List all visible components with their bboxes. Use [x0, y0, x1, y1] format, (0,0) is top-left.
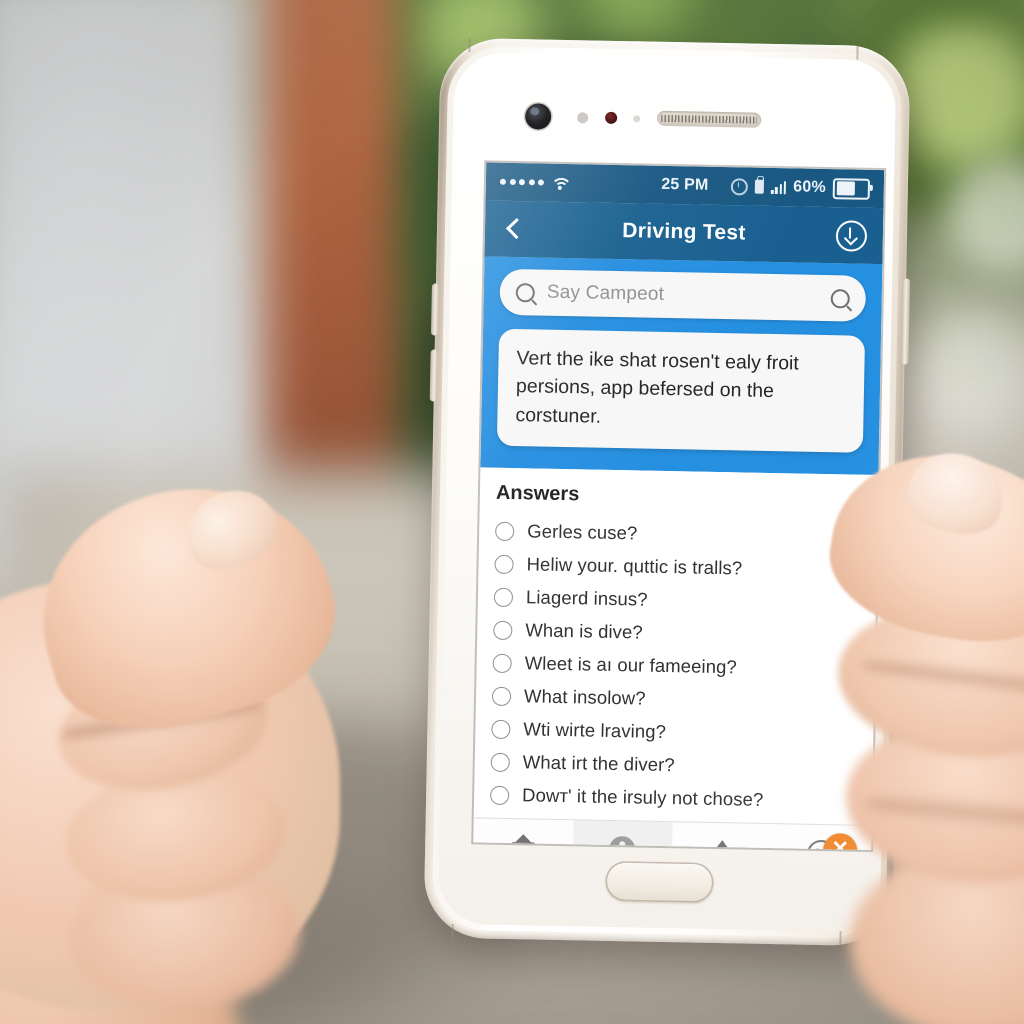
earpiece-speaker-icon [657, 110, 762, 128]
search-input[interactable]: Say Campeot [547, 282, 831, 309]
microphone-icon [633, 115, 641, 123]
lock-rotation-icon [754, 179, 765, 194]
answer-label: Wti wirte lraving? [523, 718, 667, 743]
download-circle-icon[interactable] [835, 219, 868, 252]
volume-down-button[interactable] [429, 349, 438, 402]
frame-seam-top-left [468, 38, 471, 53]
home-button[interactable] [605, 860, 714, 903]
back-chevron-icon[interactable] [501, 216, 527, 242]
person-circle-icon [608, 836, 636, 850]
signal-dots-icon [499, 178, 544, 186]
cellular-signal-icon [770, 180, 787, 194]
search-icon-trailing[interactable] [830, 288, 850, 308]
home-icon [509, 834, 537, 850]
front-camera-icon [524, 103, 552, 130]
tab-autonal[interactable]: TT Autonal [671, 822, 772, 850]
right-hand-foreground [790, 420, 1024, 1024]
answer-label: Dowт' it the irsuly not chose? [521, 784, 764, 811]
battery-fill [836, 181, 855, 196]
search-bar[interactable]: Say Campeot [499, 268, 867, 322]
radio-button[interactable] [491, 686, 512, 706]
up-arrow-icon: TT [708, 838, 736, 850]
battery-icon [832, 177, 871, 200]
radio-button[interactable] [490, 752, 510, 772]
answer-label: Heliw your. quttic is tralls? [526, 553, 743, 579]
ir-sensor-icon [605, 111, 618, 124]
left-hand-foreground [0, 454, 470, 1024]
status-bar-left [499, 175, 573, 199]
answer-label: Whan is dive? [525, 619, 644, 643]
alarm-icon [730, 177, 749, 195]
answer-label: What irt the diver? [522, 751, 675, 776]
status-bar-right: 60% [730, 176, 871, 200]
battery-percent-label: 60% [793, 178, 827, 196]
radio-button[interactable] [494, 554, 514, 574]
radio-button[interactable] [489, 785, 510, 805]
answer-label: Gerles cuse? [527, 520, 638, 544]
search-icon [515, 282, 535, 302]
tab-ses-lands[interactable]: Ses Lands [473, 818, 573, 850]
radio-button[interactable] [495, 521, 515, 541]
radio-button[interactable] [493, 587, 514, 607]
radio-button[interactable] [491, 719, 511, 739]
navigation-bar: Driving Test [484, 200, 884, 265]
wifi-icon [550, 176, 573, 199]
answer-label: What insolow? [523, 685, 646, 709]
sensor-row [453, 96, 896, 144]
answer-label: Wleet is aı our fameeing? [524, 652, 738, 678]
page-title: Driving Test [622, 219, 746, 245]
proximity-sensor-icon [577, 112, 589, 124]
tab-giptalble[interactable]: Giptalble [571, 820, 673, 850]
radio-button[interactable] [492, 653, 512, 673]
radio-button[interactable] [493, 620, 513, 640]
volume-up-button[interactable] [430, 283, 439, 336]
photo-scene: 25 PM 60% Driving Test Say Campeot Vert … [0, 0, 1024, 1024]
answer-label: Liagerd insus? [525, 586, 648, 610]
left-thumb [13, 454, 357, 756]
frame-seam-top-right [856, 45, 859, 60]
